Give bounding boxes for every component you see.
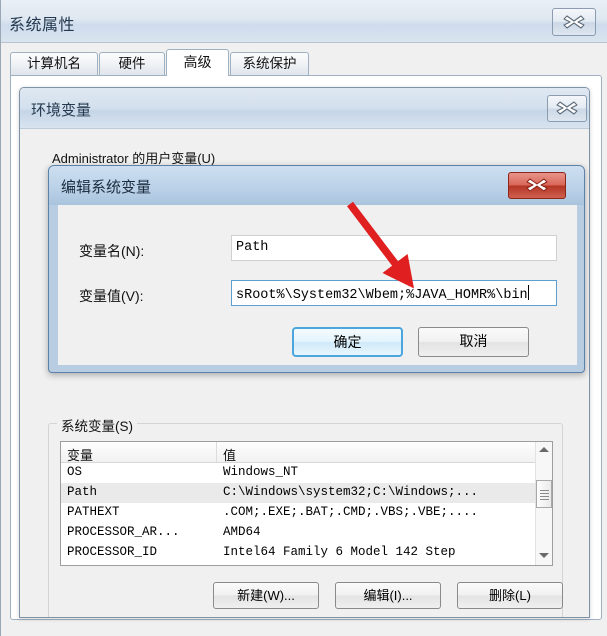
cell-value: .COM;.EXE;.BAT;.CMD;.VBS;.VBE;.... (223, 505, 479, 519)
environment-variables-title: 环境变量 (31, 102, 92, 119)
tab-computer-name[interactable]: 计算机名 (10, 52, 98, 75)
cell-variable: PATHEXT (67, 505, 120, 519)
cancel-button[interactable]: 取消 (418, 327, 529, 357)
system-variables-group: 系统变量(S) 变量 值 OS Windows_NT Path C:\Windo… (48, 415, 564, 617)
table-row[interactable]: PROCESSOR_AR... AMD64 (61, 523, 552, 543)
edit-system-variable-dialog: 编辑系统变量 变量名(N): Path 变量值(V): sRoot%\Syste… (48, 165, 585, 373)
environment-variables-titlebar: 环境变量 (20, 88, 589, 129)
cell-value: C:\Windows\system32;C:\Windows;... (223, 485, 479, 499)
scrollbar-thumb[interactable] (536, 480, 552, 508)
ok-button[interactable]: 确定 (292, 327, 403, 357)
variable-value-input[interactable]: sRoot%\System32\Wbem;%JAVA_HOMR%\bin (231, 280, 557, 306)
new-button[interactable]: 新建(W)... (213, 582, 319, 609)
edit-dialog-actions: 确定 取消 (58, 327, 577, 359)
edit-dialog-titlebar: 编辑系统变量 (49, 166, 584, 205)
tab-advanced[interactable]: 高级 (166, 49, 229, 76)
text-caret (527, 285, 529, 300)
system-variables-list[interactable]: 变量 值 OS Windows_NT Path C:\Windows\syste… (60, 441, 553, 566)
variable-name-input[interactable]: Path (231, 235, 557, 261)
cell-value: Windows_NT (223, 465, 299, 479)
cell-value: AMD64 (223, 525, 261, 539)
system-variables-actions: 新建(W)... 编辑(I)... 删除(L) (49, 582, 564, 610)
cell-variable: Path (67, 485, 98, 499)
cell-variable: PROCESSOR_ID (67, 545, 158, 559)
tab-hardware[interactable]: 硬件 (99, 52, 165, 75)
close-icon[interactable] (547, 95, 587, 122)
vertical-scrollbar[interactable] (535, 442, 552, 565)
edit-dialog-title: 编辑系统变量 (61, 179, 152, 196)
scroll-down-icon[interactable] (536, 548, 552, 565)
variable-value-text: sRoot%\System32\Wbem;%JAVA_HOMR%\bin (236, 288, 528, 303)
column-header-value: 值 (223, 449, 237, 464)
close-icon[interactable] (552, 8, 596, 36)
table-row[interactable]: OS Windows_NT (61, 463, 552, 483)
close-icon[interactable] (508, 172, 566, 199)
tab-system-protection[interactable]: 系统保护 (230, 52, 309, 75)
variable-value-label: 变量值(V): (79, 288, 144, 304)
page-title: 系统属性 (9, 17, 76, 34)
cell-value: Intel64 Family 6 Model 142 Step (223, 545, 456, 559)
cell-variable: OS (67, 465, 83, 479)
tab-strip: 计算机名 硬件 高级 系统保护 (10, 49, 602, 76)
variable-name-label: 变量名(N): (79, 243, 145, 259)
system-properties-titlebar: 系统属性 (1, 0, 607, 43)
scroll-up-icon[interactable] (536, 442, 552, 459)
table-row[interactable]: Path C:\Windows\system32;C:\Windows;... (61, 483, 552, 503)
table-row[interactable]: PATHEXT .COM;.EXE;.BAT;.CMD;.VBS;.VBE;..… (61, 503, 552, 523)
column-header-variable: 变量 (61, 442, 217, 464)
edit-dialog-body: 变量名(N): Path 变量值(V): sRoot%\System32\Wbe… (58, 205, 577, 365)
edit-button[interactable]: 编辑(I)... (335, 582, 441, 609)
delete-button[interactable]: 删除(L) (457, 582, 563, 609)
list-header: 变量 值 (61, 442, 552, 464)
system-variables-group-label: 系统变量(S) (57, 415, 137, 435)
cell-variable: PROCESSOR_AR... (67, 525, 180, 539)
table-row[interactable]: PROCESSOR_ID Intel64 Family 6 Model 142 … (61, 543, 552, 563)
